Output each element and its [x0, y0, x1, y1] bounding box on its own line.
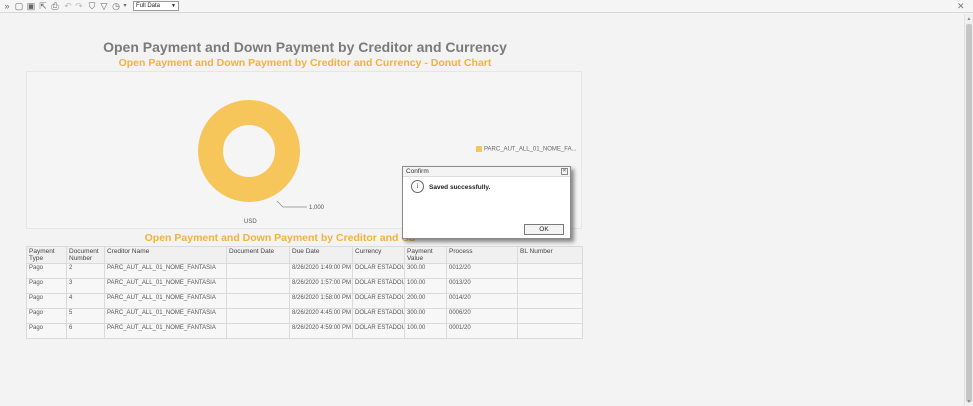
dialog-message: Saved successfully.	[429, 184, 491, 191]
scrollbar-thumb[interactable]	[966, 24, 972, 402]
table-cell: DÓLAR ESTADOUNIDENSE	[352, 278, 405, 294]
column-header[interactable]: Creditor Name	[104, 246, 227, 264]
table-cell: 5	[66, 308, 105, 324]
save-icon[interactable]: ▢	[14, 1, 24, 11]
table-cell: 0012/20	[446, 263, 518, 279]
table-row: Pago 5 PARC_AUT_ALL_01_NOME_FANTASIA 8/26/2…	[26, 308, 583, 324]
confirm-dialog: Confirm ✕ i Saved successfully. OK	[402, 166, 571, 239]
column-header[interactable]: Payment Value	[404, 246, 447, 264]
table-row: Pago 3 PARC_AUT_ALL_01_NOME_FANTASIA 8/26/2…	[26, 278, 583, 294]
close-icon[interactable]: ✕	[957, 1, 965, 12]
table-cell: PARC_AUT_ALL_01_NOME_FANTASIA	[104, 278, 227, 294]
column-header[interactable]: Process	[446, 246, 518, 264]
table-cell: 300.00	[404, 263, 447, 279]
report-toolbar: » ▢ ▣ ⇱ ⎙ ↶ ↷ ⛉ ▽ ◷ ▾ Full Data ▼ ✕	[0, 0, 973, 13]
table-cell: 0001/20	[446, 323, 518, 339]
close-icon[interactable]: ✕	[561, 168, 568, 175]
table-cell: DÓLAR ESTADOUNIDENSE	[352, 293, 405, 309]
table-cell: 8/26/2020 4:45:00 PM	[289, 308, 353, 324]
column-header[interactable]: Payment Type	[26, 246, 67, 264]
table-cell: 6	[66, 323, 105, 339]
table-cell: PARC_AUT_ALL_01_NOME_FANTASIA	[104, 323, 227, 339]
slice-value-label: 1,000	[309, 205, 325, 211]
table-cell	[517, 278, 583, 294]
table-cell	[517, 293, 583, 309]
chart-legend[interactable]: PARC_AUT_ALL_01_NOME_FA...	[476, 146, 577, 153]
table-row: Pago 4 PARC_AUT_ALL_01_NOME_FANTASIA 8/26/2…	[26, 293, 583, 309]
table-cell: 300.00	[404, 308, 447, 324]
table-cell: Pago	[26, 323, 67, 339]
table-cell	[517, 323, 583, 339]
scroll-up-icon[interactable]: ▲	[966, 16, 972, 22]
dialog-header: Confirm ✕	[403, 167, 570, 177]
table-cell: DÓLAR ESTADOUNIDENSE	[352, 263, 405, 279]
filter-icon[interactable]: ▽	[99, 1, 109, 11]
table-cell: Pago	[26, 308, 67, 324]
table-row: Pago 6 PARC_AUT_ALL_01_NOME_FANTASIA 8/26/2…	[26, 323, 583, 339]
table-cell: 0014/20	[446, 293, 518, 309]
export-icon[interactable]: ⇱	[38, 1, 48, 11]
donut-slice[interactable]	[198, 100, 300, 202]
table-cell: 0006/20	[446, 308, 518, 324]
table-cell: PARC_AUT_ALL_01_NOME_FANTASIA	[104, 293, 227, 309]
scroll-down-icon[interactable]: ▼	[966, 399, 972, 405]
table-cell: DÓLAR ESTADOUNIDENSE	[352, 308, 405, 324]
chart-title: Open Payment and Down Payment by Credito…	[118, 57, 492, 69]
table-cell: 2	[66, 263, 105, 279]
payments-table: Payment Type Document Number Creditor Name…	[26, 246, 583, 339]
table-cell: 8/26/2020 4:59:00 PM	[289, 323, 353, 339]
column-header[interactable]: Due Date	[289, 246, 353, 264]
table-cell: Pago	[26, 293, 67, 309]
table-cell: 0013/20	[446, 278, 518, 294]
table-row: Pago 2 PARC_AUT_ALL_01_NOME_FANTASIA 8/26/2…	[26, 263, 583, 279]
table-cell: DÓLAR ESTADOUNIDENSE	[352, 323, 405, 339]
info-icon: i	[411, 180, 424, 193]
table-cell: Pago	[26, 278, 67, 294]
table-cell: 8/26/2020 1:49:00 PM	[289, 263, 353, 279]
table-cell: PARC_AUT_ALL_01_NOME_FANTASIA	[104, 308, 227, 324]
chevron-down-icon[interactable]: ▾	[120, 1, 130, 11]
table-cell	[226, 308, 290, 324]
legend-label: PARC_AUT_ALL_01_NOME_FA...	[484, 146, 577, 153]
expand-icon[interactable]: »	[2, 1, 12, 11]
table-cell: 100.00	[404, 323, 447, 339]
redo-icon[interactable]: ↷	[74, 1, 84, 11]
column-header[interactable]: BL Number	[517, 246, 583, 264]
table-cell: 4	[66, 293, 105, 309]
save-as-icon[interactable]: ▣	[26, 1, 36, 11]
table-cell: 100.00	[404, 278, 447, 294]
data-mode-select[interactable]: Full Data ▼	[133, 1, 179, 11]
table-cell: 3	[66, 278, 105, 294]
ok-button[interactable]: OK	[524, 224, 564, 235]
table-cell	[517, 263, 583, 279]
filter-icon[interactable]: ⛉	[87, 1, 97, 11]
table-header-row: Payment Type Document Number Creditor Name…	[26, 246, 583, 264]
table-cell	[226, 263, 290, 279]
label-leader-line	[276, 200, 307, 208]
table-cell: Pago	[26, 263, 67, 279]
column-header[interactable]: Currency	[352, 246, 405, 264]
undo-icon[interactable]: ↶	[63, 1, 73, 11]
table-cell	[226, 323, 290, 339]
legend-swatch	[476, 146, 482, 152]
column-header[interactable]: Document Date	[226, 246, 290, 264]
chevron-down-icon: ▼	[171, 3, 176, 9]
dialog-title: Confirm	[406, 168, 429, 175]
table-cell: PARC_AUT_ALL_01_NOME_FANTASIA	[104, 263, 227, 279]
report-title: Open Payment and Down Payment by Credito…	[103, 39, 507, 55]
data-mode-value: Full Data	[136, 3, 161, 9]
table-cell: 8/26/2020 1:57:00 PM	[289, 278, 353, 294]
category-label: USD	[244, 219, 257, 225]
table-cell	[226, 278, 290, 294]
print-icon[interactable]: ⎙	[50, 1, 60, 11]
table-cell	[226, 293, 290, 309]
table-cell: 8/26/2020 1:58:00 PM	[289, 293, 353, 309]
column-header[interactable]: Document Number	[66, 246, 105, 264]
table-cell: 200.00	[404, 293, 447, 309]
table-cell	[517, 308, 583, 324]
